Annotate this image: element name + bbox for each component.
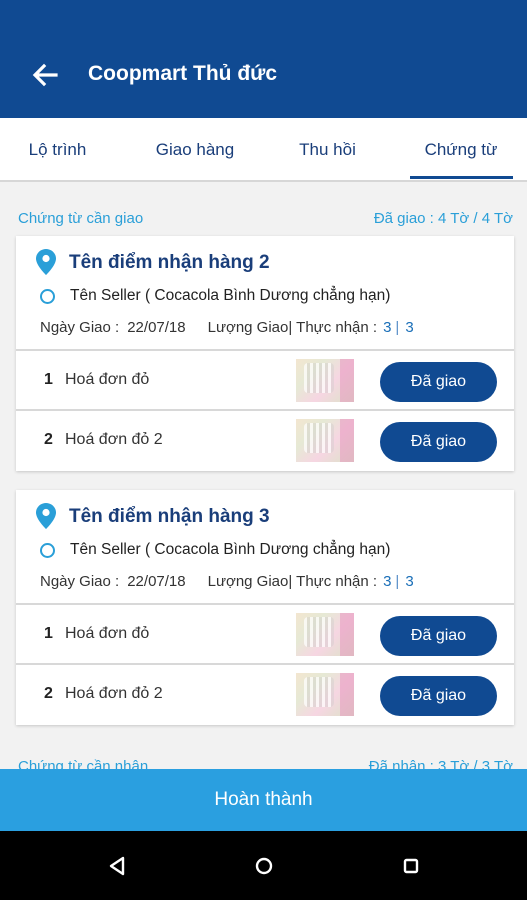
nav-back-button[interactable] [102, 851, 132, 881]
quantity-delivered: 3 [383, 573, 392, 590]
document-name: Hoá đơn đỏ 2 [65, 685, 163, 702]
tab-thu-hoi[interactable]: Thu hồi [270, 118, 385, 182]
complete-button[interactable]: Hoàn thành [0, 769, 527, 831]
circle-outline-icon [40, 289, 55, 304]
location-pin-icon [36, 249, 56, 275]
quantity-separator: | [395, 573, 400, 590]
home-circle-icon [255, 857, 273, 875]
document-row: 1 Hoá đơn đỏ Đã giao [16, 351, 514, 411]
section-title: Chứng từ cần giao [18, 210, 144, 227]
quantity-separator: | [395, 319, 400, 336]
tab-giao-hang[interactable]: Giao hàng [130, 118, 260, 182]
delivery-date: 22/07/18 [127, 319, 186, 336]
quantity-label: Lượng Giao| Thực nhận : [207, 573, 378, 590]
document-thumbnail[interactable] [296, 419, 354, 462]
delivery-date: 22/07/18 [127, 573, 186, 590]
tab-chung-tu[interactable]: Chứng từ [400, 118, 522, 182]
page-title: Coopmart Thủ đức [88, 62, 278, 85]
delivery-point-name: Tên điểm nhận hàng 2 [69, 252, 270, 273]
location-pin-icon [36, 503, 56, 529]
card-header: Tên điểm nhận hàng 2 Tên Seller ( Cocaco… [16, 236, 514, 351]
document-row: 2 Hoá đơn đỏ 2 Đã giao [16, 411, 514, 471]
circle-outline-icon [40, 543, 55, 558]
delivery-point-card: Tên điểm nhận hàng 2 Tên Seller ( Cocaco… [16, 236, 514, 471]
delivery-meta: Ngày Giao : 22/07/18 Lượng Giao| Thực nhận… [40, 573, 414, 590]
tab-label: Thu hồi [299, 140, 356, 159]
tab-label: Lộ trình [28, 140, 87, 159]
seller-name: Tên Seller ( Cocacola Bình Dương chẳng h… [70, 287, 391, 304]
nav-recents-button[interactable] [396, 851, 426, 881]
recents-square-icon [403, 858, 419, 874]
document-index: 1 [44, 371, 53, 388]
arrow-left-icon [32, 63, 58, 87]
tab-lo-trinh[interactable]: Lộ trình [0, 118, 115, 182]
seller-name: Tên Seller ( Cocacola Bình Dương chẳng h… [70, 541, 391, 558]
delivered-button[interactable]: Đã giao [380, 676, 497, 716]
document-thumbnail[interactable] [296, 359, 354, 402]
tab-bar: Lộ trình Giao hàng Thu hồi Chứng từ [0, 118, 527, 182]
delivered-button[interactable]: Đã giao [380, 616, 497, 656]
document-index: 2 [44, 431, 53, 448]
document-thumbnail[interactable] [296, 613, 354, 656]
document-index: 1 [44, 625, 53, 642]
system-nav-bar [0, 831, 527, 900]
section-summary: Đã giao : 4 Tờ / 4 Tờ [373, 210, 513, 227]
delivered-button[interactable]: Đã giao [380, 362, 497, 402]
tab-label: Chứng từ [424, 140, 498, 159]
date-label: Ngày Giao : [40, 573, 120, 590]
delivered-button[interactable]: Đã giao [380, 422, 497, 462]
document-thumbnail[interactable] [296, 673, 354, 716]
date-label: Ngày Giao : [40, 319, 120, 336]
tab-label: Giao hàng [155, 140, 235, 159]
card-header: Tên điểm nhận hàng 3 Tên Seller ( Cocaco… [16, 490, 514, 605]
document-name: Hoá đơn đỏ [65, 371, 150, 388]
document-name: Hoá đơn đỏ 2 [65, 431, 163, 448]
quantity-received: 3 [405, 319, 414, 336]
app-bar: Coopmart Thủ đức [0, 0, 527, 118]
delivery-meta: Ngày Giao : 22/07/18 Lượng Giao| Thực nhận… [40, 319, 414, 336]
quantity-label: Lượng Giao| Thực nhận : [207, 319, 378, 336]
document-row: 1 Hoá đơn đỏ Đã giao [16, 605, 514, 665]
document-index: 2 [44, 685, 53, 702]
quantity-received: 3 [405, 573, 414, 590]
back-button[interactable] [28, 58, 62, 92]
document-name: Hoá đơn đỏ [65, 625, 150, 642]
nav-home-button[interactable] [249, 851, 279, 881]
back-triangle-icon [109, 856, 125, 876]
document-row: 2 Hoá đơn đỏ 2 Đã giao [16, 665, 514, 725]
quantity-delivered: 3 [383, 319, 392, 336]
delivery-point-card: Tên điểm nhận hàng 3 Tên Seller ( Cocaco… [16, 490, 514, 725]
active-tab-indicator [410, 176, 513, 179]
delivery-point-name: Tên điểm nhận hàng 3 [69, 506, 270, 527]
section-header-deliver: Chứng từ cần giao Đã giao : 4 Tờ / 4 Tờ [0, 204, 527, 232]
